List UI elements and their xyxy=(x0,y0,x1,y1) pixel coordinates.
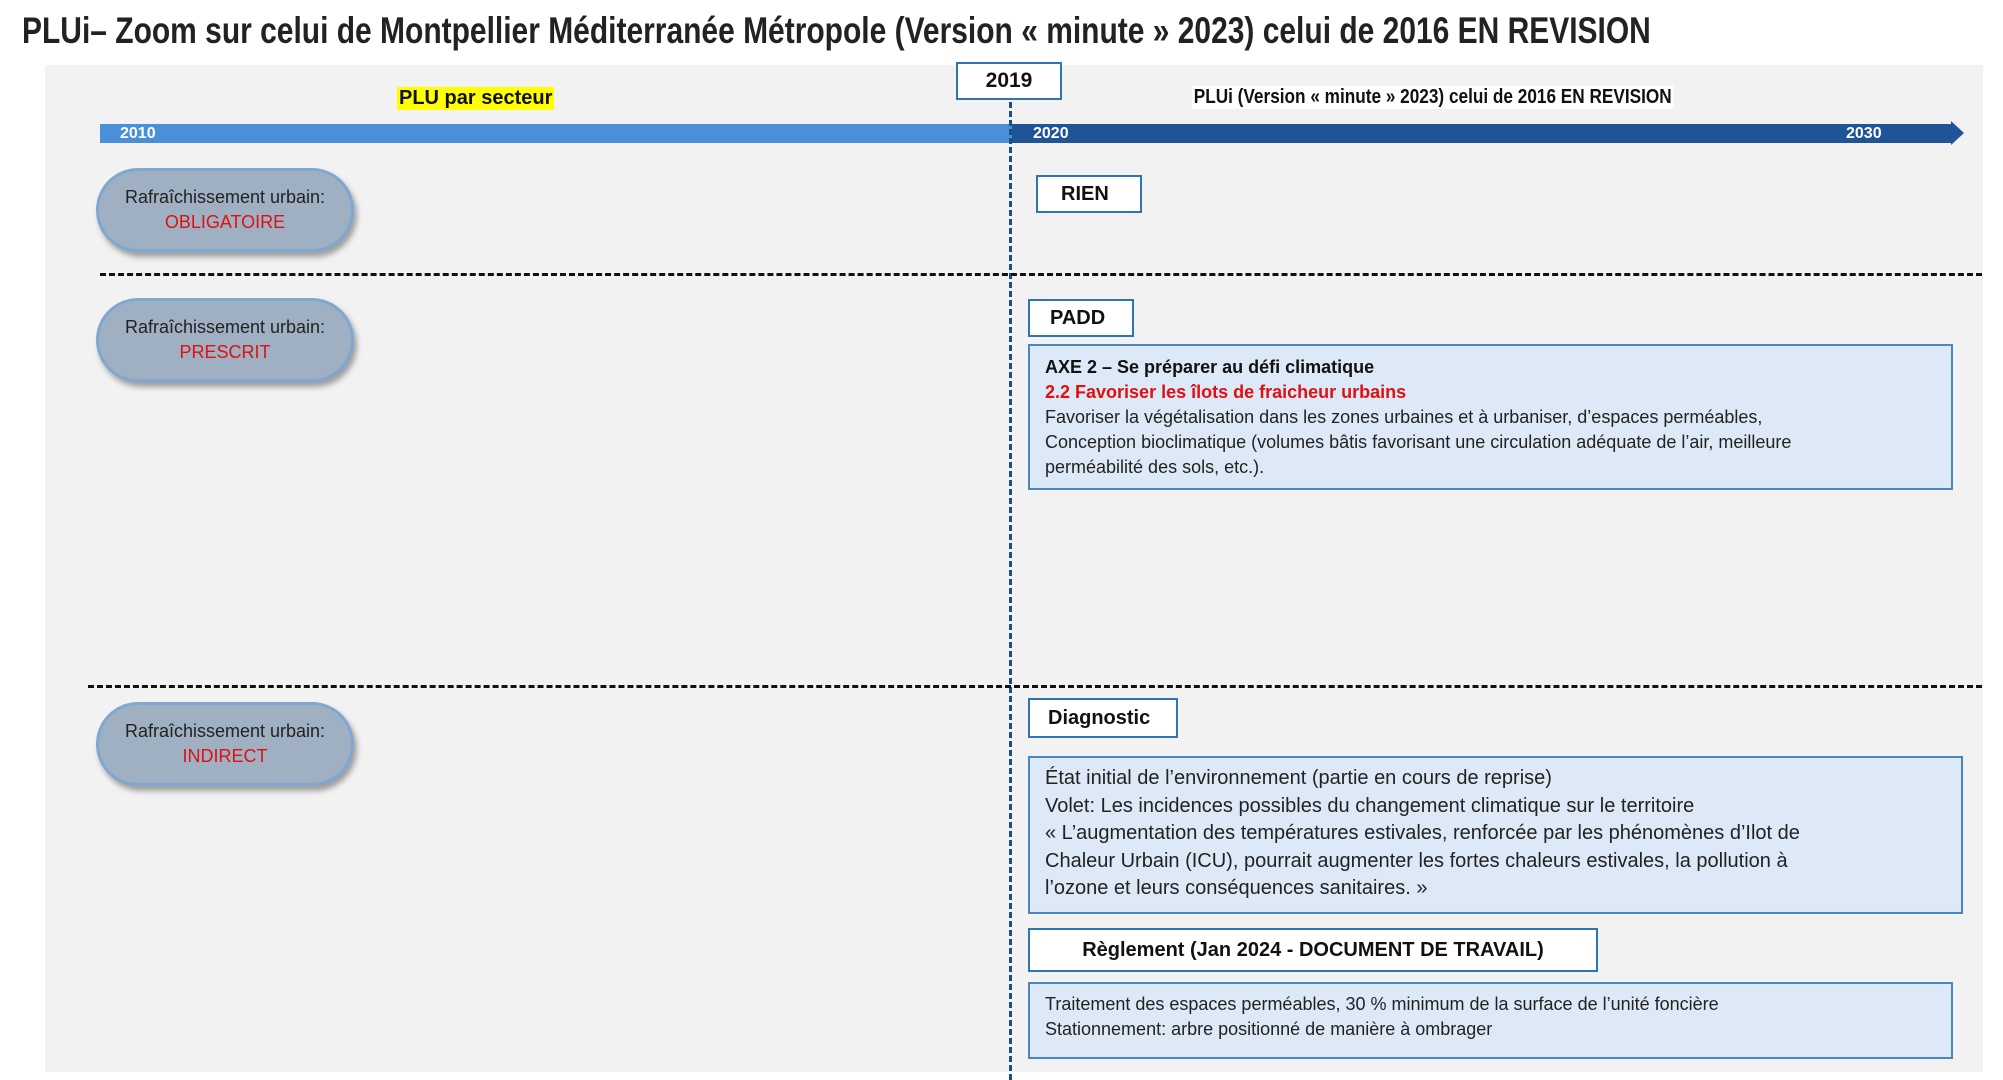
pill-label: Rafraîchissement urbain: xyxy=(124,317,326,337)
reglement-text-line: Stationnement: arbre positionné de maniè… xyxy=(1045,1019,1493,1039)
diagnostic-text-line: Chaleur Urbain (ICU), pourrait augmenter… xyxy=(1045,849,1788,872)
diagnostic-content-box: État initial de l’environnement (partie … xyxy=(1028,756,1963,914)
padd-content-box: AXE 2 – Se préparer au défi climatique 2… xyxy=(1028,344,1953,490)
padd-axe: AXE 2 – Se préparer au défi climatique xyxy=(1045,357,1375,377)
plu-period-label: PLU par secteur xyxy=(397,87,555,110)
timeline-arrowhead-icon xyxy=(1951,121,1964,145)
rien-header: RIEN xyxy=(1036,175,1142,213)
reglement-header: Règlement (Jan 2024 - DOCUMENT DE TRAVAI… xyxy=(1028,928,1598,972)
status-pill-prescrit: Rafraîchissement urbain: PRESCRIT xyxy=(96,298,354,382)
status-pill-obligatoire: Rafraîchissement urbain: OBLIGATOIRE xyxy=(96,168,354,252)
pill-label: Rafraîchissement urbain: xyxy=(124,187,326,207)
diagnostic-text-line: « L’augmentation des températures estiva… xyxy=(1045,822,1800,844)
padd-header: PADD xyxy=(1028,299,1134,337)
timeline-bar-future xyxy=(1012,124,1952,143)
plui-period-label: PLUi (Version « minute » 2023) celui de … xyxy=(1192,86,1674,109)
pill-status: PRESCRIT xyxy=(179,342,271,362)
year-marker-box: 2019 xyxy=(956,62,1062,100)
reglement-content-box: Traitement des espaces perméables, 30 % … xyxy=(1028,982,1953,1059)
padd-objectif: 2.2 Favoriser les îlots de fraicheur urb… xyxy=(1045,382,1407,402)
diagnostic-text-line: l’ozone et leurs conséquences sanitaires… xyxy=(1045,877,1428,899)
row-separator xyxy=(88,685,1982,688)
reglement-text-line: Traitement des espaces perméables, 30 % … xyxy=(1045,994,1719,1014)
year-label-end: 2030 xyxy=(1846,125,1882,142)
year-divider-line xyxy=(1009,102,1012,1080)
padd-text-line: Favoriser la végétalisation dans les zon… xyxy=(1045,407,1763,427)
diagnostic-text-line: État initial de l’environnement (partie … xyxy=(1045,767,1552,789)
year-label-start: 2010 xyxy=(120,125,156,142)
padd-text-line: Conception bioclimatique (volumes bâtis … xyxy=(1045,432,1792,452)
pill-status: INDIRECT xyxy=(182,746,268,766)
row-separator xyxy=(100,273,1982,276)
year-label-mid: 2020 xyxy=(1033,125,1069,142)
pill-status: OBLIGATOIRE xyxy=(164,212,286,232)
page-title: PLUi– Zoom sur celui de Montpellier Médi… xyxy=(22,10,1651,51)
pill-label: Rafraîchissement urbain: xyxy=(124,721,326,741)
timeline-bar-past xyxy=(100,124,1012,143)
status-pill-indirect: Rafraîchissement urbain: INDIRECT xyxy=(96,702,354,786)
diagnostic-header: Diagnostic xyxy=(1028,698,1178,738)
diagnostic-text-line: Volet: Les incidences possibles du chang… xyxy=(1045,794,1695,817)
padd-text-line: perméabilité des sols, etc.). xyxy=(1045,457,1265,477)
